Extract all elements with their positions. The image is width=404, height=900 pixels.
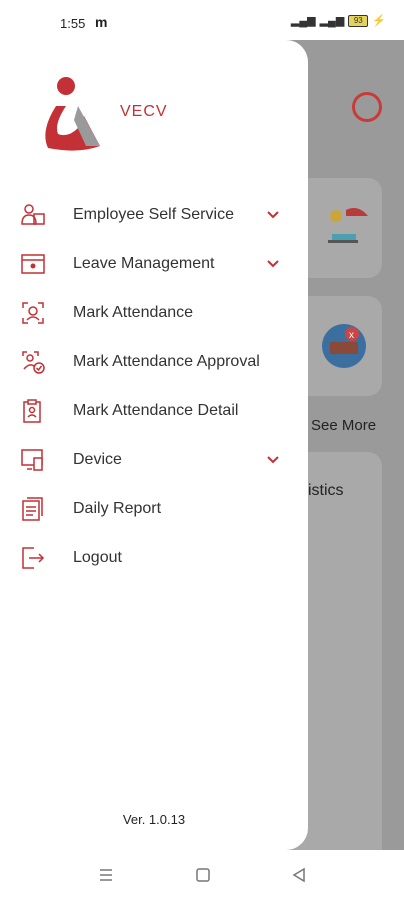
menu-label: Employee Self Service	[73, 206, 234, 223]
vecv-logo-icon	[45, 77, 100, 151]
charging-icon: ⚡	[372, 15, 386, 27]
navigation-drawer: VECV Employee Self Service Leave Managem…	[0, 40, 308, 850]
profile-icon[interactable]	[352, 92, 382, 122]
menu-label: Mark Attendance Approval	[73, 353, 260, 370]
holiday-icon	[328, 208, 368, 243]
system-nav-bar	[0, 850, 404, 900]
clipboard-icon	[23, 399, 41, 423]
menu-label: Device	[73, 451, 122, 468]
employee-icon	[21, 204, 45, 225]
chevron-down-icon[interactable]	[266, 453, 280, 467]
brand-name: VECV	[120, 103, 168, 120]
report-icon	[22, 497, 43, 521]
see-more-link[interactable]: See More	[311, 417, 376, 434]
recent-apps-icon[interactable]	[97, 866, 115, 884]
approval-icon	[22, 351, 45, 374]
menu-item-employee-self-service[interactable]: Employee Self Service	[0, 195, 308, 235]
face-scan-icon	[22, 302, 44, 324]
device-icon	[21, 449, 43, 471]
back-icon[interactable]	[290, 866, 308, 884]
menu-label: Mark Attendance	[73, 304, 194, 321]
status-bar: 1:55 m ▂▄▆ ▂▄▆ 93 ⚡	[0, 0, 404, 40]
chevron-down-icon[interactable]	[266, 208, 280, 222]
svg-text:x: x	[349, 330, 354, 341]
status-icons: ▂▄▆ ▂▄▆ 93 ⚡	[291, 14, 386, 27]
logout-icon	[22, 547, 45, 569]
menu-item-logout[interactable]: Logout	[0, 538, 308, 578]
absent-icon: x	[322, 324, 366, 368]
menu-label: Leave Management	[73, 255, 215, 272]
menu-item-mark-attendance-approval[interactable]: Mark Attendance Approval	[0, 342, 308, 382]
menu-item-mark-attendance-detail[interactable]: Mark Attendance Detail	[0, 391, 308, 431]
calendar-icon	[21, 254, 45, 274]
app-version: Ver. 1.0.13	[122, 812, 186, 827]
menu-item-device[interactable]: Device	[0, 440, 308, 480]
status-app-indicator: m	[95, 14, 108, 30]
battery-icon: 93	[348, 14, 369, 27]
home-icon[interactable]	[194, 866, 212, 884]
chevron-down-icon[interactable]	[266, 257, 280, 271]
menu-label: Mark Attendance Detail	[73, 402, 239, 419]
statistics-title: istics	[308, 482, 344, 499]
menu-item-leave-management[interactable]: Leave Management	[0, 244, 308, 284]
menu-item-mark-attendance[interactable]: Mark Attendance	[0, 293, 308, 333]
menu-item-daily-report[interactable]: Daily Report	[0, 489, 308, 529]
menu-label: Daily Report	[73, 500, 162, 517]
menu-label: Logout	[73, 549, 122, 566]
signal-icon: ▂▄▆	[290, 15, 316, 27]
status-time: 1:55	[60, 16, 86, 31]
signal-icon-2: ▂▄▆	[319, 15, 345, 27]
